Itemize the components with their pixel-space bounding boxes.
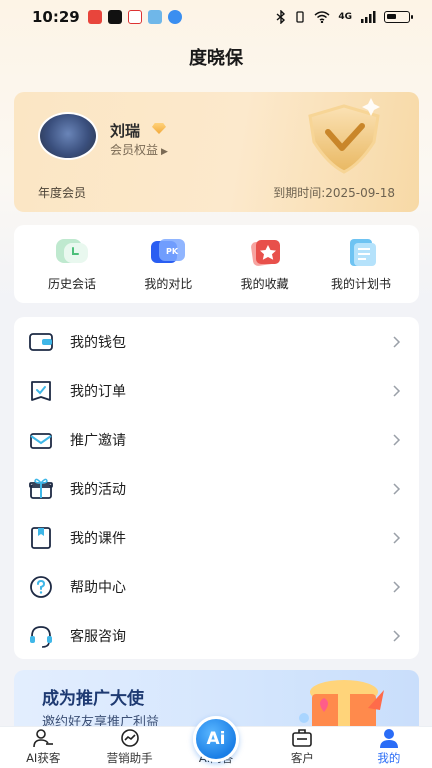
member-benefit-label: 会员权益	[110, 143, 159, 157]
quick-action-label: 我的对比	[144, 277, 193, 291]
avatar[interactable]	[38, 112, 98, 160]
notification-app-icon	[127, 10, 142, 24]
quick-action-compare[interactable]: PK 我的对比	[124, 237, 212, 303]
courseware-icon	[31, 526, 51, 549]
signal-icon	[361, 11, 376, 23]
quick-action-history[interactable]: 历史会话	[28, 237, 116, 303]
notification-app-icon	[87, 10, 102, 24]
ai-qa-center-button[interactable]: Ai	[193, 716, 239, 762]
promo-title: 成为推广大使	[42, 689, 144, 709]
vip-diamond-icon	[152, 123, 166, 134]
menu-label: 推广邀请	[70, 432, 126, 449]
status-bar: 10:29 4G	[0, 0, 432, 34]
plan-book-icon	[349, 239, 376, 266]
chevron-right-icon	[393, 580, 401, 593]
chevron-right-icon	[393, 482, 401, 495]
menu-label: 帮助中心	[70, 579, 126, 596]
tab-ai-acquire[interactable]: AI获客	[0, 727, 86, 768]
chevron-right-icon	[393, 433, 401, 446]
chevron-right-icon	[393, 335, 401, 348]
menu-label: 我的课件	[70, 530, 126, 547]
customer-service-icon	[30, 625, 52, 648]
menu-item-courseware[interactable]: 我的课件	[14, 513, 419, 562]
chevron-right-icon	[393, 384, 401, 397]
quick-action-label: 我的收藏	[240, 277, 289, 291]
quick-action-favorites[interactable]: 我的收藏	[221, 237, 309, 303]
vip-shield-icon	[308, 98, 380, 174]
status-time: 10:29	[32, 8, 80, 26]
quick-action-plan[interactable]: 我的计划书	[317, 237, 405, 303]
quick-actions: 历史会话 PK 我的对比 我的收藏 我的计划书	[14, 225, 419, 303]
page-title: 度晓保	[189, 48, 243, 69]
activity-icon	[29, 478, 53, 499]
quick-action-label: 历史会话	[47, 277, 96, 291]
battery-icon	[384, 11, 413, 23]
menu-label: 我的钱包	[70, 334, 126, 351]
quick-action-label: 我的计划书	[330, 277, 391, 291]
tab-customer[interactable]: 客户	[259, 727, 345, 768]
compare-icon: PK	[151, 239, 186, 263]
menu-list: 我的钱包 我的订单 推广邀请 我的活动 我的课件 帮助中心 客服咨询	[14, 317, 419, 659]
menu-item-orders[interactable]: 我的订单	[14, 366, 419, 415]
help-icon	[30, 575, 52, 598]
user-name: 刘瑞	[110, 122, 141, 140]
tab-label: 客户	[290, 751, 314, 765]
gift-box-icon	[299, 680, 384, 732]
menu-item-wallet[interactable]: 我的钱包	[14, 317, 419, 366]
me-icon	[379, 729, 398, 748]
menu-item-activity[interactable]: 我的活动	[14, 464, 419, 513]
vibrate-icon	[296, 11, 304, 23]
bluetooth-icon	[276, 10, 286, 24]
invite-icon	[30, 432, 52, 449]
message-app-icon	[147, 10, 162, 24]
tab-label: 营销助手	[106, 751, 153, 765]
menu-label: 我的活动	[70, 481, 126, 498]
menu-item-customer-service[interactable]: 客服咨询	[14, 611, 419, 660]
menu-item-invite[interactable]: 推广邀请	[14, 415, 419, 464]
tab-marketing[interactable]: 营销助手	[86, 727, 172, 768]
browser-app-icon	[167, 10, 182, 24]
caret-right-icon: ▶	[161, 147, 168, 157]
customer-icon	[292, 729, 313, 747]
order-icon	[31, 380, 51, 401]
tiktok-icon	[107, 10, 122, 24]
status-app-icons	[87, 10, 182, 24]
user-acquire-icon	[33, 729, 54, 748]
favorites-icon	[250, 240, 280, 266]
status-indicators: 4G	[276, 10, 413, 24]
menu-label: 我的订单	[70, 383, 126, 400]
expiry-date: 到期时间:2025-09-18	[273, 186, 395, 200]
wallet-icon	[29, 332, 53, 351]
tab-label: AI获客	[26, 751, 61, 765]
history-chat-icon	[56, 239, 88, 263]
svg-text:PK: PK	[166, 247, 179, 256]
member-type: 年度会员	[38, 186, 87, 200]
ai-badge-text: Ai	[206, 729, 226, 749]
member-card[interactable]: 刘瑞 会员权益 ▶ 年度会员 到期时间:2025-09-18	[14, 92, 419, 212]
network-type: 4G	[338, 12, 352, 22]
chevron-right-icon	[393, 531, 401, 544]
tab-label: 我的	[377, 751, 401, 765]
chevron-right-icon	[393, 629, 401, 642]
wifi-icon	[314, 11, 330, 23]
menu-item-help[interactable]: 帮助中心	[14, 562, 419, 611]
marketing-icon	[120, 729, 139, 747]
menu-label: 客服咨询	[70, 628, 126, 645]
tab-me[interactable]: 我的	[346, 727, 432, 768]
member-benefit-link[interactable]: 会员权益 ▶	[110, 141, 168, 158]
